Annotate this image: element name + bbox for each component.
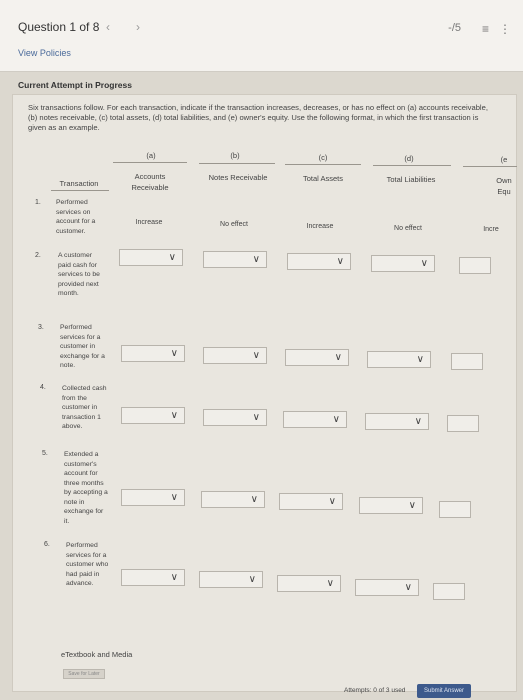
row-4-number: 4. (40, 384, 46, 391)
row-3-a-select[interactable]: ∨ (121, 345, 185, 362)
row-5-number: 5. (42, 450, 48, 457)
chevron-down-icon: ∨ (252, 254, 260, 265)
question-card: Six transactions follow. For each transa… (12, 94, 517, 698)
chevron-down-icon: ∨ (252, 350, 260, 361)
row-5-b-select[interactable]: ∨ (201, 491, 265, 508)
chevron-down-icon: ∨ (332, 414, 340, 425)
row-6-e-select[interactable] (433, 583, 465, 600)
etextbook-link[interactable]: eTextbook and Media (61, 650, 132, 659)
col-e-letter: (e (500, 155, 508, 164)
col-c-letter: (c) (318, 153, 328, 162)
row-2-a-select[interactable]: ∨ (119, 249, 183, 266)
row-1-a-value: Increase (135, 219, 163, 226)
col-b-rule (199, 163, 275, 164)
row-4-d-select[interactable]: ∨ (365, 413, 429, 430)
col-c-rule (285, 164, 361, 165)
view-policies-link[interactable]: View Policies (18, 48, 71, 58)
row-3-d-select[interactable]: ∨ (367, 351, 431, 368)
row-6-c-select[interactable]: ∨ (277, 575, 341, 592)
row-5-e-select[interactable] (439, 501, 471, 518)
transaction-rule (51, 190, 109, 191)
chevron-down-icon: ∨ (328, 496, 336, 507)
score-display: -/5 (448, 22, 461, 34)
col-d-rule (373, 165, 451, 166)
chevron-down-icon: ∨ (334, 352, 342, 363)
row-2-number: 2. (35, 252, 41, 259)
chevron-down-icon: ∨ (420, 258, 428, 269)
list-icon[interactable]: ≡ (482, 22, 489, 36)
row-2-d-select[interactable]: ∨ (371, 255, 435, 272)
row-6-d-select[interactable]: ∨ (355, 579, 419, 596)
row-3-e-select[interactable] (451, 353, 483, 370)
row-2-e-select[interactable] (459, 257, 491, 274)
col-b-letter: (b) (230, 151, 240, 160)
chevron-down-icon: ∨ (170, 492, 178, 503)
chevron-down-icon: ∨ (248, 574, 256, 585)
row-5-a-select[interactable]: ∨ (121, 489, 185, 506)
prev-icon[interactable]: ‹ (106, 20, 110, 34)
chevron-down-icon: ∨ (326, 578, 334, 589)
chevron-down-icon: ∨ (336, 256, 344, 267)
col-d-letter: (d) (404, 154, 414, 163)
row-1-text: Performed services on account for a cust… (56, 199, 96, 235)
row-6-b-select[interactable]: ∨ (199, 571, 263, 588)
row-5-text: Extended a customer's account for three … (64, 451, 108, 525)
attempts-counter: Attempts: 0 of 3 used (344, 687, 406, 694)
row-2-b-select[interactable]: ∨ (203, 251, 267, 268)
header-bar: Question 1 of 8 ‹ › View Policies -/5 ≡ … (0, 0, 523, 72)
row-1-e-value: Incre (483, 226, 499, 233)
question-title: Question 1 of 8 (18, 20, 100, 34)
col-e-rule (463, 166, 517, 167)
chevron-down-icon: ∨ (170, 348, 178, 359)
row-1-number: 1. (35, 199, 41, 206)
next-icon[interactable]: › (136, 20, 140, 34)
col-transaction-label: Transaction (59, 179, 99, 188)
col-d-label: Total Liabilities (386, 175, 436, 184)
row-3-text: Performed services for a customer in exc… (60, 324, 105, 369)
chevron-down-icon: ∨ (170, 572, 178, 583)
row-4-e-select[interactable] (447, 415, 479, 432)
save-for-later-button[interactable]: Save for Later (63, 669, 105, 679)
col-a-letter: (a) (146, 151, 156, 160)
submit-answer-button[interactable]: Submit Answer (417, 684, 471, 698)
row-1-d-value: No effect (394, 225, 422, 232)
more-vertical-icon[interactable]: ⋮ (499, 22, 511, 36)
col-c-label: Total Assets (302, 174, 344, 183)
row-5-d-select[interactable]: ∨ (359, 497, 423, 514)
attempt-status: Current Attempt in Progress (18, 80, 132, 90)
row-4-c-select[interactable]: ∨ (283, 411, 347, 428)
col-b-label: Notes Receivable (208, 173, 268, 182)
row-1-b-value: No effect (220, 221, 248, 228)
row-4-text: Collected cash from the customer in tran… (62, 385, 107, 430)
row-3-number: 3. (38, 324, 44, 331)
chevron-down-icon: ∨ (414, 416, 422, 427)
col-a-label: Accounts Receivable (131, 172, 169, 192)
row-3-c-select[interactable]: ∨ (285, 349, 349, 366)
row-4-a-select[interactable]: ∨ (121, 407, 185, 424)
col-a-rule (113, 162, 187, 163)
chevron-down-icon: ∨ (168, 252, 176, 263)
row-5-c-select[interactable]: ∨ (279, 493, 343, 510)
chevron-down-icon: ∨ (404, 582, 412, 593)
row-6-a-select[interactable]: ∨ (121, 569, 185, 586)
chevron-down-icon: ∨ (416, 354, 424, 365)
chevron-down-icon: ∨ (170, 410, 178, 421)
row-2-c-select[interactable]: ∨ (287, 253, 351, 270)
main-area: Current Attempt in Progress Six transact… (0, 72, 523, 700)
row-1-c-value: Increase (306, 223, 334, 230)
row-6-number: 6. (44, 541, 50, 548)
row-4-b-select[interactable]: ∨ (203, 409, 267, 426)
chevron-down-icon: ∨ (250, 494, 258, 505)
row-6-text: Performed services for a customer who ha… (66, 542, 109, 587)
chevron-down-icon: ∨ (252, 412, 260, 423)
row-2-text: A customer paid cash for services to be … (58, 252, 100, 297)
row-3-b-select[interactable]: ∨ (203, 347, 267, 364)
chevron-down-icon: ∨ (408, 500, 416, 511)
col-e-label: Own Equ (496, 176, 512, 196)
instructions-text: Six transactions follow. For each transa… (28, 103, 488, 132)
